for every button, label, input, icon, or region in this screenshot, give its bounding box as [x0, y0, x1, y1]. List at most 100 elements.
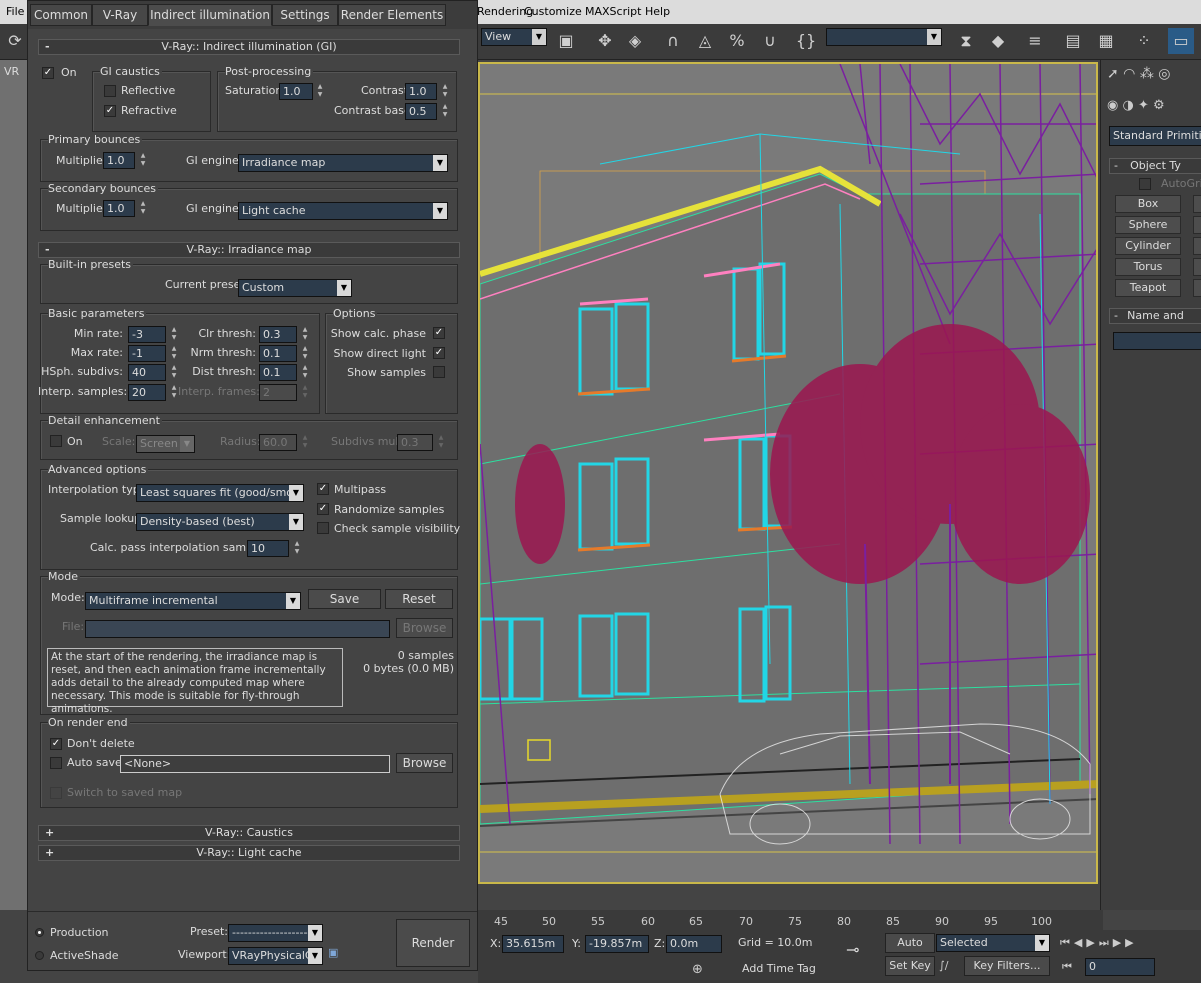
- show-calc-phase-checkbox[interactable]: ✓: [433, 327, 445, 339]
- cone-button[interactable]: [1193, 195, 1201, 213]
- interp-samples-input[interactable]: 20: [128, 384, 166, 401]
- menu-maxscript[interactable]: MAXScript: [585, 5, 641, 18]
- current-frame-field[interactable]: 0: [1085, 958, 1155, 976]
- saturation-input[interactable]: 1.0: [279, 83, 313, 100]
- key-icon[interactable]: ⊸: [846, 940, 859, 959]
- perspective-viewport[interactable]: [478, 62, 1098, 884]
- command-panel-tabs-icon[interactable]: ➚ ◠ ⁂ ◎: [1107, 66, 1197, 88]
- tab-settings[interactable]: Settings: [272, 4, 338, 26]
- snap-toggle-icon[interactable]: ∩: [660, 28, 686, 54]
- autogrid-checkbox[interactable]: [1139, 178, 1151, 190]
- irradiance-rollout-header[interactable]: - V-Ray:: Irradiance map: [38, 242, 460, 258]
- randomize-samples-checkbox[interactable]: ✓: [317, 503, 329, 515]
- production-radio[interactable]: [35, 928, 44, 937]
- file-browse-button[interactable]: Browse: [396, 618, 453, 638]
- show-samples-checkbox[interactable]: [433, 366, 445, 378]
- reflective-checkbox[interactable]: [104, 85, 116, 97]
- lock-viewport-icon[interactable]: ▣: [328, 946, 342, 964]
- caustics-rollout-header[interactable]: + V-Ray:: Caustics: [38, 825, 460, 841]
- object-type-rollout[interactable]: - Object Ty: [1109, 158, 1201, 174]
- tab-common[interactable]: Common: [30, 4, 92, 26]
- detail-on-checkbox[interactable]: [50, 435, 62, 447]
- switch-to-saved-map-checkbox[interactable]: [50, 787, 62, 799]
- activeshade-radio[interactable]: [35, 951, 44, 960]
- menu-file[interactable]: File: [6, 5, 24, 18]
- scale-dropdown[interactable]: Screen ▼: [136, 435, 195, 453]
- hsph-subdivs-input[interactable]: 40: [128, 364, 166, 381]
- plane-button[interactable]: [1193, 279, 1201, 297]
- keyboard-shortcut-icon[interactable]: ◈: [622, 28, 648, 54]
- preset-dropdown[interactable]: -------------------- ▼: [228, 924, 323, 942]
- auto-save-checkbox[interactable]: [50, 757, 62, 769]
- pivot-icon[interactable]: ▣: [553, 28, 579, 54]
- playback-controls-icon[interactable]: ⏮◀▶⏭▶▶: [1060, 936, 1138, 950]
- clr-thresh-spinner[interactable]: ▲ ▼: [300, 326, 310, 343]
- layer-manager-icon[interactable]: ≡: [1022, 28, 1048, 54]
- secondary-multiplier-spinner[interactable]: ▲ ▼: [138, 200, 148, 217]
- check-sample-visibility-checkbox[interactable]: [317, 522, 329, 534]
- material-editor-icon[interactable]: ⁘: [1131, 28, 1157, 54]
- time-config-icon[interactable]: ⏮: [1062, 960, 1072, 974]
- secondary-multiplier-input[interactable]: 1.0: [103, 200, 135, 217]
- interp-frames-input[interactable]: 2: [259, 384, 297, 401]
- render-button[interactable]: Render: [396, 919, 470, 967]
- radius-input[interactable]: 60.0: [259, 434, 297, 451]
- primitive-category-dropdown[interactable]: Standard Primitives: [1109, 126, 1201, 146]
- tab-vray[interactable]: V-Ray: [92, 4, 148, 26]
- current-preset-dropdown[interactable]: Custom ▼: [238, 279, 352, 297]
- key-filters-button[interactable]: Key Filters...: [964, 956, 1050, 976]
- secondary-engine-dropdown[interactable]: Light cache ▼: [238, 202, 448, 220]
- link-icon[interactable]: ⟳: [2, 28, 28, 54]
- create-category-icon[interactable]: ◉ ◑ ✦ ⚙: [1107, 98, 1197, 118]
- tab-indirect-illumination[interactable]: Indirect illumination: [148, 4, 272, 26]
- primary-multiplier-spinner[interactable]: ▲ ▼: [138, 152, 148, 169]
- percent-snap-icon[interactable]: %: [724, 28, 750, 54]
- schematic-view-icon[interactable]: ▦: [1093, 28, 1119, 54]
- gi-on-checkbox[interactable]: ✓: [42, 67, 54, 79]
- refractive-checkbox[interactable]: ✓: [104, 105, 116, 117]
- menu-customize[interactable]: Customize: [524, 5, 582, 18]
- light-cache-rollout-header[interactable]: + V-Ray:: Light cache: [38, 845, 460, 861]
- box-button[interactable]: Box: [1115, 195, 1181, 213]
- save-button[interactable]: Save: [308, 589, 381, 609]
- reference-coordinate-dropdown[interactable]: View ▼: [481, 28, 547, 46]
- calc-pass-spinner[interactable]: ▲ ▼: [292, 540, 302, 557]
- teapot-button[interactable]: Teapot: [1115, 279, 1181, 297]
- radius-spinner[interactable]: ▲ ▼: [300, 434, 310, 451]
- spinner-snap-icon[interactable]: ∪: [757, 28, 783, 54]
- y-coordinate-field[interactable]: -19.857m: [585, 935, 649, 953]
- hsph-subdivs-spinner[interactable]: ▲ ▼: [169, 364, 179, 381]
- curve-editor-icon[interactable]: ▤: [1060, 28, 1086, 54]
- key-mode-dropdown[interactable]: Selected ▼: [936, 934, 1050, 952]
- auto-save-path-input[interactable]: <None>: [120, 755, 390, 773]
- dist-thresh-spinner[interactable]: ▲ ▼: [300, 364, 310, 381]
- x-coordinate-field[interactable]: 35.615m: [502, 935, 564, 953]
- interp-type-dropdown[interactable]: Least squares fit (good/smooth ▼: [136, 484, 304, 502]
- mirror-icon[interactable]: ⧗: [953, 28, 979, 54]
- calc-pass-input[interactable]: 10: [247, 540, 289, 557]
- interp-frames-spinner[interactable]: ▲ ▼: [300, 384, 310, 401]
- edit-named-selection-icon[interactable]: {}: [793, 28, 819, 54]
- clr-thresh-input[interactable]: 0.3: [259, 326, 297, 343]
- add-time-tag-button[interactable]: Add Time Tag: [742, 962, 816, 975]
- subdivs-mult-spinner[interactable]: ▲ ▼: [436, 434, 446, 451]
- sphere-button[interactable]: Sphere: [1115, 216, 1181, 234]
- max-rate-input[interactable]: -1: [128, 345, 166, 362]
- file-path-input[interactable]: [85, 620, 390, 638]
- min-rate-input[interactable]: -3: [128, 326, 166, 343]
- primary-engine-dropdown[interactable]: Irradiance map ▼: [238, 154, 448, 172]
- reset-button[interactable]: Reset: [385, 589, 453, 609]
- timeline-ruler[interactable]: 45 50 55 60 65 70 75 80 85 90 95 100: [478, 910, 1103, 930]
- tangent-icon[interactable]: ∫∕: [939, 959, 948, 972]
- object-name-input[interactable]: [1113, 332, 1201, 350]
- saturation-spinner[interactable]: ▲ ▼: [315, 83, 325, 100]
- torus-button[interactable]: Torus: [1115, 258, 1181, 276]
- named-selection-sets-dropdown[interactable]: ▼: [826, 28, 942, 46]
- sample-lookup-dropdown[interactable]: Density-based (best) ▼: [136, 513, 304, 531]
- set-key-button[interactable]: Set Key: [885, 956, 935, 976]
- nrm-thresh-spinner[interactable]: ▲ ▼: [300, 345, 310, 362]
- viewport-dropdown[interactable]: VRayPhysicalCa ▼: [228, 947, 323, 965]
- align-icon[interactable]: ◆: [985, 28, 1011, 54]
- nrm-thresh-input[interactable]: 0.1: [259, 345, 297, 362]
- auto-save-browse-button[interactable]: Browse: [396, 753, 453, 773]
